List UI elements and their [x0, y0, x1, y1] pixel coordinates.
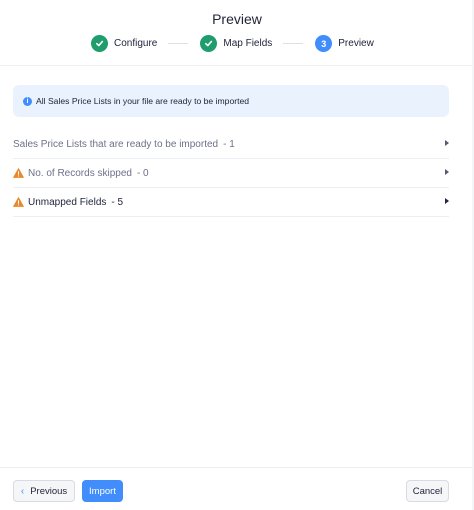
step-connector	[283, 43, 304, 44]
row-count: - 0	[136, 167, 149, 179]
list-item-unmapped[interactable]: Unmapped Fields - 5	[13, 188, 449, 217]
banner-text: All Sales Price Lists in your file are r…	[36, 96, 250, 106]
row-label: No. of Records skipped	[28, 167, 132, 179]
info-banner: i All Sales Price Lists in your file are…	[13, 85, 449, 117]
wizard-header: Preview Configure Map Fields 3 Preview	[0, 0, 474, 66]
previous-button[interactable]: ‹ Previous	[13, 480, 75, 502]
check-icon	[200, 35, 218, 52]
chevron-left-icon: ‹	[20, 485, 25, 497]
info-icon: i	[23, 96, 32, 106]
row-label: Unmapped Fields	[28, 196, 107, 208]
import-button-label: Import	[89, 485, 116, 497]
cancel-button-label: Cancel	[412, 485, 443, 497]
summary-list: Sales Price Lists that are ready to be i…	[13, 130, 449, 217]
wizard-footer: ‹ Previous Import Cancel	[0, 467, 474, 510]
step-number-badge: 3	[315, 35, 333, 52]
step-label-configure: Configure	[114, 38, 158, 49]
list-item-ready[interactable]: Sales Price Lists that are ready to be i…	[13, 130, 449, 159]
row-count: - 1	[223, 138, 235, 150]
step-map-fields: Map Fields	[200, 35, 272, 52]
caret-right-icon	[445, 169, 449, 175]
step-configure: Configure	[91, 35, 157, 52]
step-label-map-fields: Map Fields	[223, 38, 273, 49]
cancel-button[interactable]: Cancel	[406, 480, 449, 502]
step-label-preview: Preview	[338, 38, 374, 49]
previous-button-label: Previous	[30, 485, 68, 497]
stepper: Configure Map Fields 3 Preview	[91, 35, 374, 52]
caret-right-icon	[445, 140, 449, 146]
row-count: - 5	[111, 196, 124, 208]
page-title: Preview	[212, 11, 262, 27]
row-label: Sales Price Lists that are ready to be i…	[13, 138, 219, 150]
caret-right-icon	[445, 198, 449, 204]
warning-icon	[13, 168, 24, 178]
check-icon	[91, 35, 108, 52]
step-preview: 3 Preview	[315, 35, 374, 52]
step-connector	[168, 43, 189, 44]
import-button[interactable]: Import	[82, 480, 123, 502]
list-item-skipped[interactable]: No. of Records skipped - 0	[13, 159, 449, 188]
warning-icon	[13, 197, 24, 207]
